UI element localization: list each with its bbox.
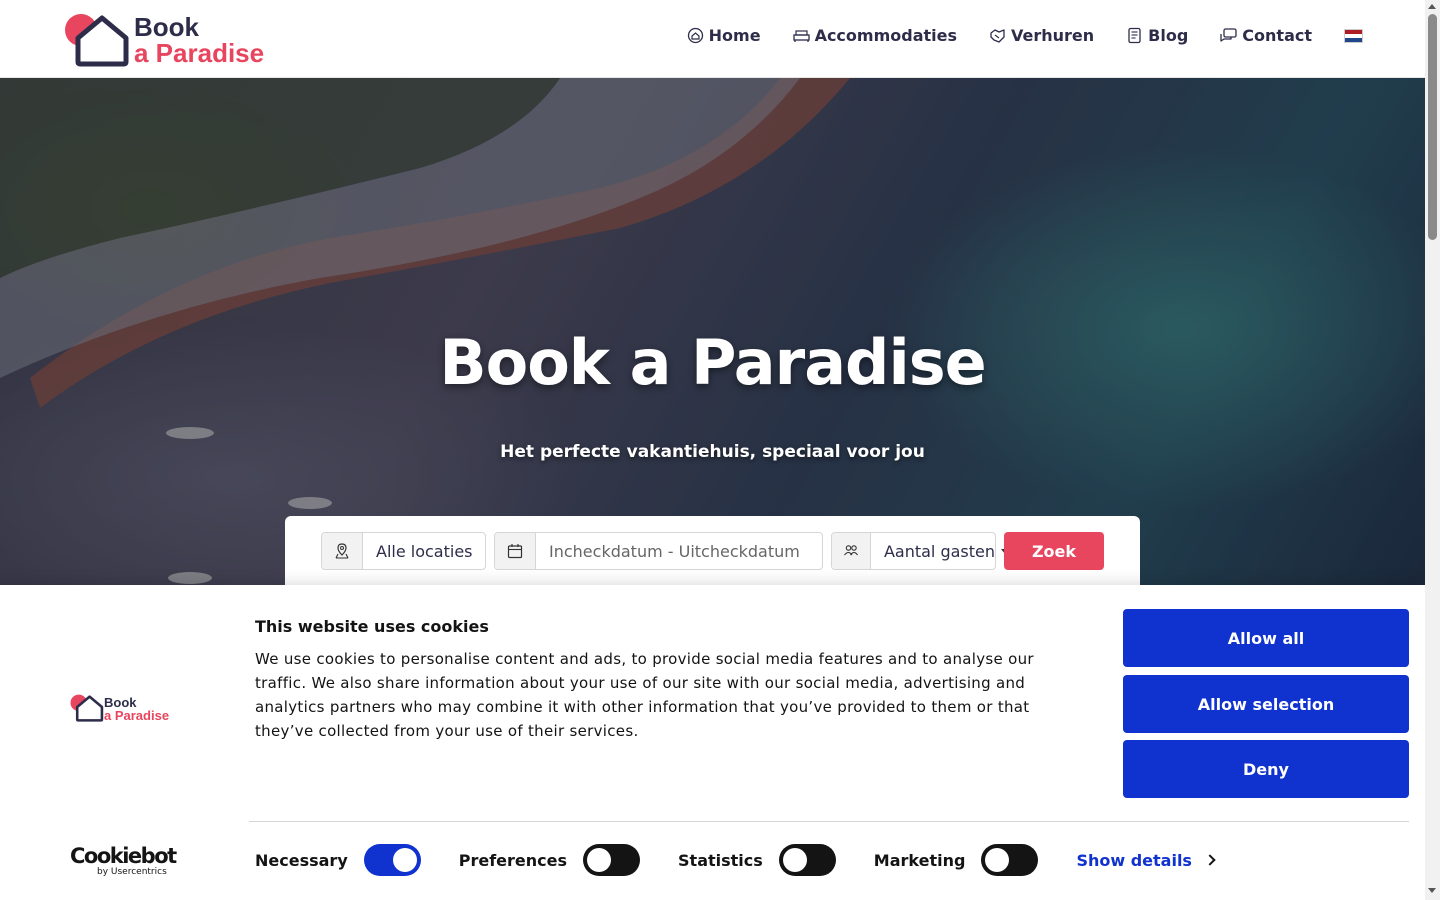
switch-knob [985, 848, 1010, 872]
date-icon-box [495, 533, 536, 569]
guests-value: Aantal gasten [883, 541, 995, 561]
cookie-banner: Book a Paradise This website uses cookie… [0, 585, 1425, 900]
scrollbar-thumb[interactable] [1428, 14, 1437, 240]
calendar-icon [507, 544, 523, 559]
nav-blog-label: Blog [1148, 26, 1189, 45]
toggle-marketing-label: Marketing [873, 850, 966, 870]
search-bar: Alle locaties Incheckdatum - Uitcheckdat… [285, 516, 1140, 585]
chevron-right-icon [1204, 854, 1216, 866]
show-details-link[interactable]: Show details [1076, 850, 1216, 870]
brand-logo[interactable]: Book a Paradise [64, 12, 274, 68]
nav-contact-label: Contact [1242, 26, 1312, 45]
nav-home[interactable]: Home [687, 26, 761, 45]
switch-knob [782, 848, 807, 872]
necessary-switch[interactable] [363, 844, 421, 876]
scroll-up-arrow-icon[interactable] [1428, 4, 1436, 9]
house-logo-icon [65, 14, 129, 67]
location-icon-box [322, 533, 363, 569]
toggle-preferences-label: Preferences [458, 850, 568, 870]
netherlands-flag-icon[interactable] [1344, 28, 1363, 43]
cookiebot-byline: by Usercentrics [97, 867, 167, 877]
brand-line1: Book [134, 12, 199, 42]
cookie-title: This website uses cookies [255, 617, 489, 636]
cookie-brand-logo: Book a Paradise [70, 693, 180, 725]
search-button[interactable]: Zoek [1004, 532, 1104, 570]
site-header: Book a Paradise Home Accommodaties Verhu… [0, 0, 1425, 78]
toggle-necessary-label: Necessary [255, 850, 348, 870]
handshake-icon [990, 29, 1005, 43]
guests-icon-box [832, 533, 871, 569]
switch-knob [587, 848, 612, 872]
date-range-input[interactable]: Incheckdatum - Uitcheckdatum [494, 532, 823, 570]
toggle-marketing: Marketing [874, 844, 1039, 876]
bed-icon [792, 30, 810, 42]
statistics-switch[interactable] [778, 844, 836, 876]
nav-blog[interactable]: Blog [1126, 26, 1188, 45]
nav-home-label: Home [708, 26, 761, 45]
main-nav: Home Accommodaties Verhuren Blog Contact [687, 26, 1363, 45]
guests-select[interactable]: Aantal gasten [831, 532, 996, 570]
cookie-divider [249, 821, 1409, 822]
nav-contact[interactable]: Contact [1220, 26, 1312, 45]
hero-section: Book a Paradise Het perfecte vakantiehui… [0, 78, 1425, 585]
marketing-switch[interactable] [981, 844, 1039, 876]
hero-subtitle: Het perfecte vakantiehuis, speciaal voor… [500, 442, 925, 462]
map-pin-icon [335, 543, 349, 559]
users-icon [844, 545, 858, 556]
brand-line2: a Paradise [134, 38, 265, 68]
cookie-description: We use cookies to personalise content an… [255, 650, 1034, 740]
brand-wordmark: Book a Paradise [134, 14, 264, 66]
cookie-brand-wordmark: Book a Paradise [104, 696, 169, 722]
cookiebot-name: Cookiebot [70, 844, 177, 868]
preferences-switch[interactable] [583, 844, 641, 876]
nav-accommodaties-label: Accommodaties [814, 26, 957, 45]
document-icon [1128, 27, 1141, 44]
toggle-preferences: Preferences [458, 844, 641, 876]
toggle-statistics-label: Statistics [678, 850, 763, 870]
location-select[interactable]: Alle locaties [321, 532, 486, 570]
allow-all-button[interactable]: Allow all [1123, 609, 1409, 667]
home-icon [687, 27, 703, 44]
switch-knob [392, 848, 417, 872]
cookiebot-logo[interactable]: Cookiebot by Usercentrics [70, 844, 177, 877]
cookie-brand-line2: a Paradise [104, 708, 170, 723]
page-scrollbar[interactable] [1425, 0, 1440, 900]
show-details-label: Show details [1076, 850, 1192, 870]
toggle-necessary: Necessary [255, 844, 421, 876]
deny-button[interactable]: Deny [1123, 740, 1409, 798]
chat-icon [1220, 28, 1237, 42]
scroll-down-arrow-icon[interactable] [1428, 888, 1436, 893]
toggle-statistics: Statistics [678, 844, 836, 876]
nav-verhuren[interactable]: Verhuren [989, 26, 1094, 45]
house-logo-icon [70, 694, 104, 722]
consent-toggles: Necessary Preferences Statistics Marketi… [255, 844, 1216, 876]
allow-selection-button[interactable]: Allow selection [1123, 675, 1409, 733]
date-range-placeholder: Incheckdatum - Uitcheckdatum [549, 541, 800, 561]
nav-accommodaties[interactable]: Accommodaties [792, 26, 957, 45]
hero-title: Book a Paradise [439, 326, 986, 399]
location-value: Alle locaties [376, 541, 473, 561]
nav-verhuren-label: Verhuren [1011, 26, 1095, 45]
